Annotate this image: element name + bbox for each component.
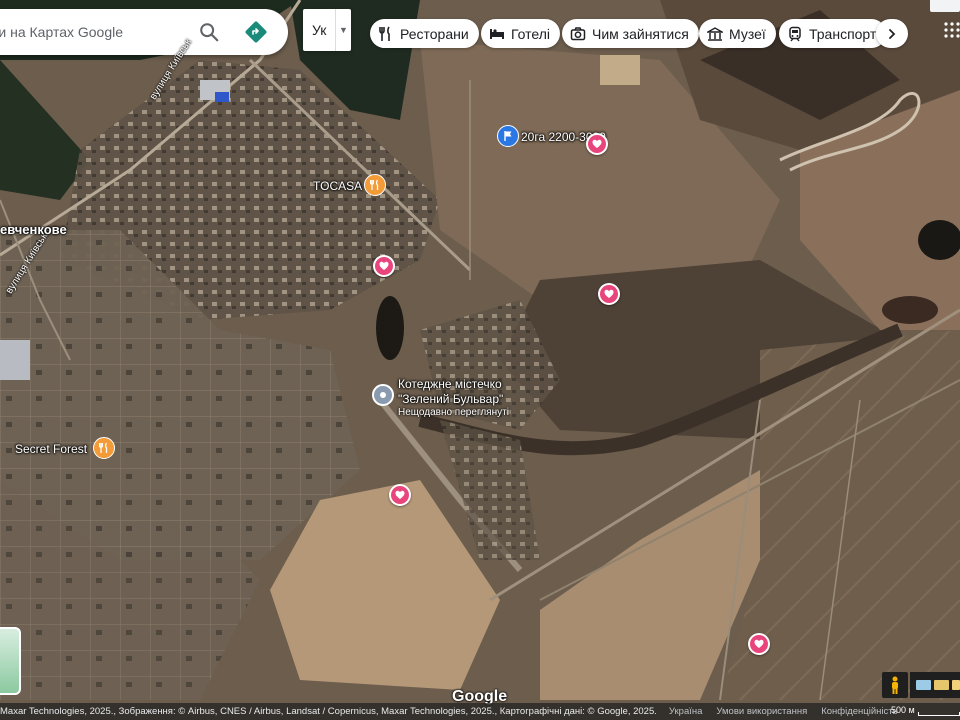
chip-label: Транспорт: [809, 25, 877, 42]
fork-knife-icon: [378, 26, 394, 42]
satellite-imagery: [0, 0, 960, 720]
search-box: [0, 9, 288, 55]
saved-place-pin[interactable]: [389, 484, 411, 506]
chip-label: Готелі: [511, 25, 550, 42]
chip-transport[interactable]: Транспорт: [779, 19, 887, 48]
directions-icon[interactable]: [244, 20, 268, 44]
privacy-link[interactable]: Конфіденційність: [821, 706, 897, 717]
heart-icon: [754, 639, 764, 648]
flag-pin[interactable]: [497, 125, 519, 147]
satellite-map[interactable]: [0, 0, 960, 720]
chips-next-button[interactable]: [876, 19, 908, 48]
restaurant-pin[interactable]: [364, 174, 386, 196]
place-label-shevchenkove[interactable]: евченкове: [0, 222, 67, 237]
place-label-tocasa[interactable]: TOCASA: [313, 179, 362, 193]
terrain-icon[interactable]: [934, 680, 950, 690]
attribution-text: Maxar Technologies, 2025., Зображення: ©…: [0, 706, 657, 717]
saved-place-pin[interactable]: [598, 283, 620, 305]
map-type-icon[interactable]: [916, 680, 932, 690]
recent-place-pin[interactable]: [372, 384, 394, 406]
heart-icon: [604, 289, 614, 298]
globe-icon[interactable]: [952, 680, 960, 690]
chip-restaurants[interactable]: Ресторани: [370, 19, 479, 48]
place-label-secret-forest[interactable]: Secret Forest: [15, 442, 87, 456]
saved-place-pin[interactable]: [586, 133, 608, 155]
account-button[interactable]: [930, 0, 960, 12]
chip-label: Ресторани: [400, 25, 469, 42]
pegman-icon[interactable]: [882, 672, 908, 698]
heart-icon: [592, 139, 602, 148]
recent-place-title-line2[interactable]: "Зелений Бульвар": [398, 392, 503, 406]
attribution-bar: Maxar Technologies, 2025., Зображення: ©…: [0, 703, 960, 720]
recent-place-subtitle: Нещодавно переглянуті: [398, 407, 509, 418]
recent-place-title-line1[interactable]: Котеджне містечко: [398, 377, 502, 391]
heart-icon: [379, 261, 389, 270]
train-icon: [787, 26, 803, 42]
museum-icon: [707, 26, 723, 42]
country-link[interactable]: Україна: [669, 706, 703, 717]
chip-things-to-do[interactable]: Чим зайнятися: [562, 19, 699, 48]
apps-grid-icon[interactable]: [944, 22, 960, 38]
chip-hotels[interactable]: Готелі: [481, 19, 560, 48]
layers-button[interactable]: [0, 627, 21, 695]
terms-link[interactable]: Умови використання: [716, 706, 807, 717]
search-input[interactable]: [0, 24, 182, 40]
chip-museums[interactable]: Музеї: [699, 19, 776, 48]
chip-label: Чим зайнятися: [592, 25, 689, 42]
flag-icon: [504, 131, 512, 141]
heart-icon: [395, 490, 405, 499]
language-selected: Ук: [312, 22, 327, 38]
camera-icon: [570, 26, 586, 42]
imagery-toggles: [910, 672, 960, 698]
search-icon[interactable]: [198, 21, 220, 43]
chevron-right-icon: [889, 28, 896, 39]
language-select[interactable]: Ук ▼: [303, 9, 351, 51]
chip-label: Музеї: [729, 25, 766, 42]
saved-place-pin[interactable]: [748, 633, 770, 655]
fork-knife-icon: [99, 442, 108, 453]
scale-label[interactable]: 500 м: [891, 705, 915, 715]
bed-icon: [489, 26, 505, 42]
scale-bar: [918, 712, 960, 716]
fork-knife-icon: [370, 179, 379, 190]
saved-place-pin[interactable]: [373, 255, 395, 277]
chevron-down-icon: ▼: [335, 9, 351, 51]
restaurant-pin[interactable]: [93, 437, 115, 459]
